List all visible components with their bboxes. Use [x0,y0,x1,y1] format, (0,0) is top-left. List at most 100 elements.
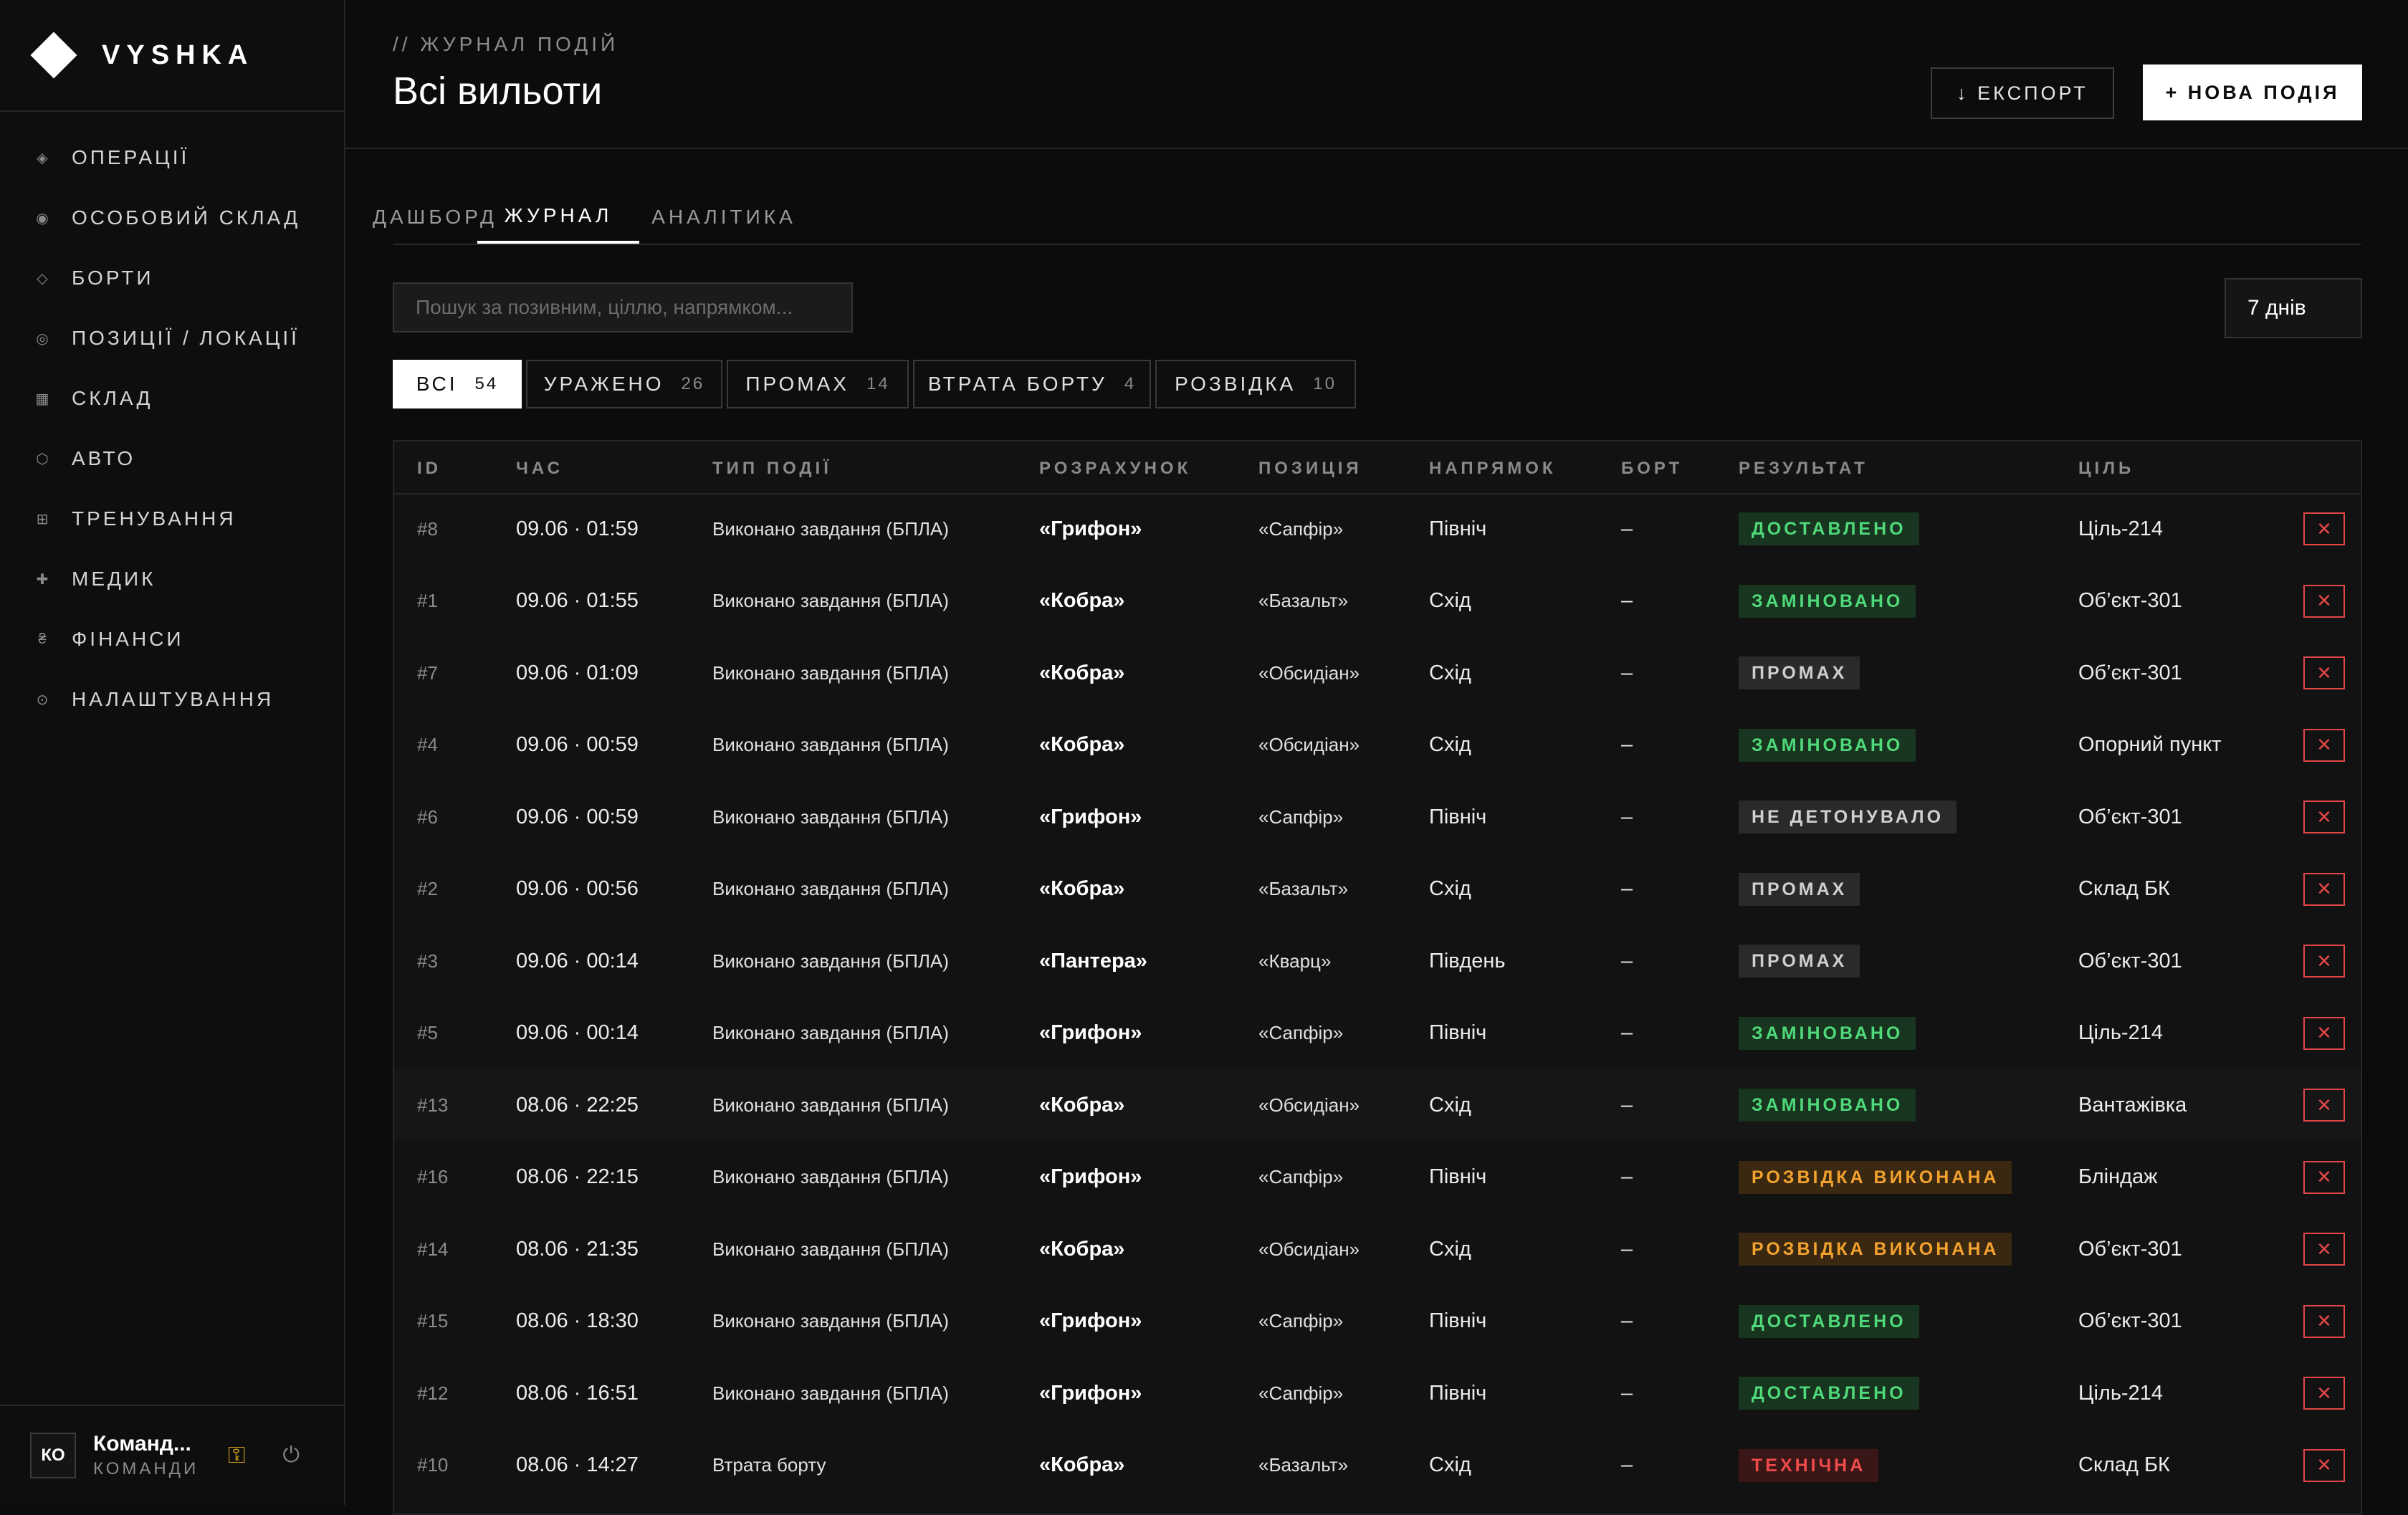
table-row[interactable]: #15 08.06 · 18:30 Виконано завдання (БПЛА)… [394,1286,2361,1357]
cell-actions: ✕ [2303,1213,2345,1285]
filter-all[interactable]: ВСІ 54 [393,360,522,408]
sidebar-item-boards[interactable]: ◇ БОРТИ [0,248,344,308]
table-row[interactable]: #8 09.06 · 01:59 Виконано завдання (БПЛА) «… [394,493,2361,565]
cell-actions: ✕ [2303,1142,2345,1213]
table-row[interactable]: #6 09.06 · 00:59 Виконано завдання (БПЛА) «… [394,781,2361,853]
delete-row-button[interactable]: ✕ [2303,1448,2345,1482]
close-icon: ✕ [2316,1310,2332,1332]
key-icon[interactable]: ⚿ [228,1442,245,1469]
table-row[interactable]: #14 08.06 · 21:35 Виконано завдання (БПЛА)… [394,1213,2361,1285]
table-row[interactable]: #13 08.06 · 22:25 Виконано завдання (БПЛА)… [394,1069,2361,1141]
delete-row-button[interactable]: ✕ [2303,800,2345,833]
table-row[interactable]: #1 09.06 · 01:55 Виконано завдання (БПЛА) «… [394,565,2361,637]
page-header: // ЖУРНАЛ ПОДІЙ Всі вильоти ↓ ЕКСПОРТ + … [345,0,2408,149]
settings-circle-icon: ⊙ [36,692,49,708]
events-table: ID ЧАС ТИП ПОДІЇ РОЗРАХУНОК ПОЗИЦІЯ НАПР… [393,440,2362,1515]
table-row[interactable]: #4 09.06 · 00:59 Виконано завдання (БПЛА) «… [394,709,2361,781]
table-row[interactable]: #12 08.06 · 16:51 Виконано завдання (БПЛА)… [394,1357,2361,1429]
delete-row-button[interactable]: ✕ [2303,945,2345,978]
table-row[interactable]: #2 09.06 · 00:56 Виконано завдання (БПЛА) «… [394,854,2361,925]
column-header-board[interactable]: БОРТ [1621,459,1683,479]
cell-event-type: Виконано завдання (БПЛА) [712,1238,949,1260]
table-row[interactable]: #3 09.06 · 00:14 Виконано завдання (БПЛА) «… [394,925,2361,997]
filter-miss[interactable]: ПРОМАХ 14 [727,360,909,408]
table-row[interactable]: #5 09.06 · 00:14 Виконано завдання (БПЛА) «… [394,998,2361,1069]
cell-position: «Обсидіан» [1258,1238,1360,1260]
new-event-button[interactable]: + НОВА ПОДІЯ [2143,64,2362,120]
sidebar-item-warehouse[interactable]: ▦ СКЛАД [0,368,344,429]
brand[interactable]: VYSHKA [0,0,344,112]
sidebar-item-label: ОСОБОВИЙ СКЛАД [72,206,301,229]
avatar[interactable]: КО [30,1433,76,1478]
cell-board: – [1621,877,1633,900]
status-badge: ПРОМАХ [1739,656,1860,689]
cell-calc: «Кобра» [1039,589,1125,612]
delete-row-button[interactable]: ✕ [2303,728,2345,762]
cell-calc: «Кобра» [1039,1453,1125,1476]
cell-actions: ✕ [2303,709,2345,781]
cell-event-type: Виконано завдання (БПЛА) [712,590,949,611]
filter-count: 10 [1313,374,1337,393]
sidebar-item-vehicles[interactable]: ⬡ АВТО [0,429,344,489]
search-input[interactable] [393,282,853,333]
sidebar-item-personnel[interactable]: ◉ ОСОБОВИЙ СКЛАД [0,188,344,248]
cell-result: ПРОМАХ [1739,925,1860,997]
cell-result: ЗАМІНОВАНО [1739,565,1916,637]
column-header-time[interactable]: ЧАС [516,459,563,479]
sidebar-item-operations[interactable]: ◈ ОПЕРАЦІЇ [0,128,344,188]
sidebar-item-training[interactable]: ⊞ ТРЕНУВАННЯ [0,489,344,549]
column-header-id[interactable]: ID [417,459,441,479]
cell-result: РОЗВІДКА ВИКОНАНА [1739,1213,2012,1285]
cell-position: «Сапфір» [1258,1166,1344,1187]
status-badge: РОЗВІДКА ВИКОНАНА [1739,1160,2012,1194]
table-row[interactable]: #10 08.06 · 14:27 Втрата борту «Кобра» «База… [394,1430,2361,1501]
delete-row-button[interactable]: ✕ [2303,512,2345,545]
cell-target: Об’єкт-301 [2078,949,2182,972]
cell-position: «Сапфір» [1258,1310,1344,1332]
table-row[interactable]: #16 08.06 · 22:15 Виконано завдання (БПЛА)… [394,1142,2361,1213]
delete-row-button[interactable]: ✕ [2303,584,2345,618]
tab-analytics[interactable]: АНАЛІТИКА [639,191,808,244]
cell-time: 09.06 · 00:59 [516,733,639,756]
delete-row-button[interactable]: ✕ [2303,1160,2345,1194]
cell-event-type: Виконано завдання (БПЛА) [712,806,949,828]
filter-hit[interactable]: УРАЖЕНО 26 [526,360,722,408]
column-header-position[interactable]: ПОЗИЦІЯ [1258,459,1362,479]
sidebar: VYSHKA ◈ ОПЕРАЦІЇ ◉ ОСОБОВИЙ СКЛАД ◇ БОР… [0,0,345,1505]
filter-board-loss[interactable]: ВТРАТА БОРТУ 4 [913,360,1151,408]
filter-label: УРАЖЕНО [543,373,664,395]
delete-row-button[interactable]: ✕ [2303,1016,2345,1050]
delete-row-button[interactable]: ✕ [2303,656,2345,689]
sidebar-item-finance[interactable]: ₴ ФІНАНСИ [0,609,344,669]
column-header-result[interactable]: РЕЗУЛЬТАТ [1739,459,1868,479]
period-select[interactable]: 7 днів [2225,278,2362,338]
filter-count: 54 [474,374,499,393]
export-button[interactable]: ↓ ЕКСПОРТ [1931,67,2114,119]
column-header-calc[interactable]: РОЗРАХУНОК [1039,459,1191,479]
sidebar-item-settings[interactable]: ⊙ НАЛАШТУВАННЯ [0,669,344,730]
delete-row-button[interactable]: ✕ [2303,1304,2345,1338]
sidebar-item-positions[interactable]: ◎ ПОЗИЦІЇ / ЛОКАЦІЇ [0,308,344,368]
diamond-logo-icon [30,32,77,79]
cell-calc: «Кобра» [1039,1093,1125,1117]
cell-actions: ✕ [2303,637,2345,709]
column-header-type[interactable]: ТИП ПОДІЇ [712,459,832,479]
column-header-direction[interactable]: НАПРЯМОК [1429,459,1557,479]
delete-row-button[interactable]: ✕ [2303,872,2345,906]
delete-row-button[interactable]: ✕ [2303,1089,2345,1122]
table-row[interactable]: #7 09.06 · 01:09 Виконано завдання (БПЛА) «… [394,637,2361,709]
cell-board: – [1621,733,1633,756]
cell-position: «Обсидіан» [1258,1094,1360,1116]
cell-result: РОЗВІДКА ВИКОНАНА [1739,1142,2012,1213]
filter-recon[interactable]: РОЗВІДКА 10 [1155,360,1356,408]
power-icon[interactable]: ⏻ [282,1443,300,1468]
cell-time: 08.06 · 22:25 [516,1093,639,1117]
delete-row-button[interactable]: ✕ [2303,1377,2345,1410]
cell-board: – [1621,949,1633,972]
tab-dashboard[interactable]: ДАШБОРД [373,191,494,244]
delete-row-button[interactable]: ✕ [2303,1233,2345,1266]
column-header-target[interactable]: ЦІЛЬ [2078,459,2134,479]
tab-journal[interactable]: ЖУРНАЛ [477,191,639,244]
sidebar-item-medic[interactable]: ✚ МЕДИК [0,549,344,609]
cell-time: 09.06 · 00:14 [516,949,639,972]
